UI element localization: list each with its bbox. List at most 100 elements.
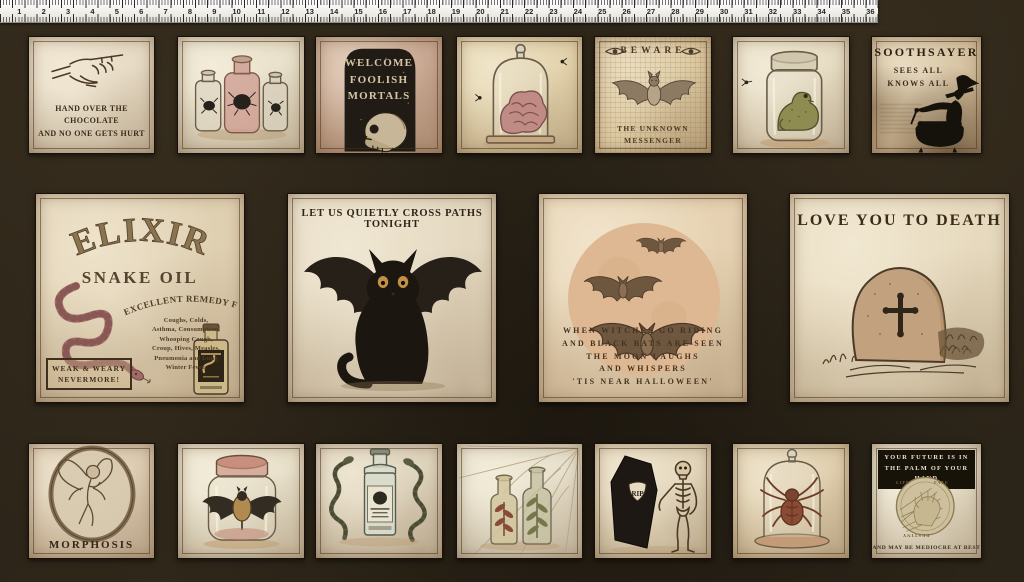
ruler-numbers-item: 33 [780,7,804,16]
ruler-numbers-item: 17 [390,7,414,16]
hand-caption-item: AND NO ONE GETS HURT [33,128,150,140]
ruler-numbers-item: 19 [439,7,463,16]
ruler-numbers-item: 13 [293,7,317,16]
poison-bottle-snakes-icon [316,444,443,559]
ruler-numbers-item: 10 [219,7,243,16]
svg-text:AN EXCELLENT REMEDY FOR: AN EXCELLENT REMEDY FOR [36,194,239,317]
ruler-numbers-item: 3 [49,7,73,16]
svg-text:ELIXIR: ELIXIR [66,211,215,263]
ruler-numbers-item: 36 [853,7,877,16]
ruler-numbers-item: 16 [366,7,390,16]
palm-label-destiny: DESTINY [902,533,929,538]
elixir-remedy-list-item: Coughs, Colds, [140,316,232,325]
elixir-remedy-list-item: Croup, Hives, Measles, [140,344,232,353]
panel-black-cat: LET US QUIETLY CROSS PATHS TONIGHT [287,193,497,403]
panel-frog-jar [732,36,850,154]
elixir-subtitle: SNAKE OIL [36,268,244,288]
panel-witches-riding: WHEN WITCHES GO RIDINGAND BLACK BATS ARE… [538,193,748,403]
elixir-remedy-list-item: Whooping Cough, [140,335,232,344]
elixir-remedy-list: Coughs, Colds,Asthma, Consumption,Whoopi… [140,316,232,373]
elixir-badge-item: NEVERMORE! [50,374,128,385]
panel-spider-cloche [732,443,850,559]
ruler-numbers-item: 15 [341,7,365,16]
beware-title: BEWARE [595,46,711,56]
ruler-numbers-item: 11 [244,7,268,16]
bats-caption-item: AND BLACK BATS ARE SEEN [539,338,747,351]
elixir-title: ELIXIR [66,211,215,263]
panel-beware-bat: BEWARE THE UNKNOWNMESSENGER [594,36,712,154]
ruler-numbers-item: 27 [634,7,658,16]
ruler-numbers-item: 12 [268,7,292,16]
ruler-numbers-item: 2 [24,7,48,16]
winged-cat-icon [288,194,497,403]
frog-in-jar-icon [735,39,849,153]
ruler-numbers-item: 6 [122,7,146,16]
panel-snakes-bottle [315,443,443,559]
ruler-numbers-item: 34 [804,7,828,16]
panel-welcome-foolish-mortals: WELCOMEFOOLISHMORTALS [315,36,443,154]
elixir-badge: WEAK & WEARYNEVERMORE! [46,358,132,391]
bats-caption: WHEN WITCHES GO RIDINGAND BLACK BATS ARE… [539,325,747,389]
ruler-numbers-item: 5 [98,7,122,16]
ruler-numbers-item: 4 [73,7,97,16]
panel-coffin-skeleton: RIP [594,443,712,559]
spider-under-glass-icon [733,444,850,559]
ruler-numbers: 1234567891011121314151617181920212223242… [0,0,878,22]
welcome-caption-item: FOOLISH [326,72,432,89]
elixir-remedy-list-item: Winter Fever. [140,363,232,372]
ruler-numbers-item: 21 [488,7,512,16]
palm-label-life: LIFE [896,480,910,485]
beware-caption-item: MESSENGER [599,135,707,147]
elixir-remedy-arc-text: AN EXCELLENT REMEDY FOR [36,194,239,317]
panel-bug-jars [177,36,305,154]
panel-hand-over-chocolate: HAND OVER THECHOCOLATEAND NO ONE GETS HU… [28,36,155,154]
ruler-numbers-item: 9 [195,7,219,16]
welcome-caption: WELCOMEFOOLISHMORTALS [326,55,432,105]
bats-caption-item: THE MOON LAUGHS [539,351,747,364]
ruler-numbers-item: 28 [658,7,682,16]
panel-elixir-snake-oil: ELIXIR AN EXCELLENT REMEDY FOR [35,193,245,403]
bats-caption-item: AND WHISPERS [539,363,747,376]
elixir-remedy-list-item: Pneumonia and Lung [140,354,232,363]
beware-caption: THE UNKNOWNMESSENGER [599,123,707,147]
ruler-numbers-item: 35 [829,7,853,16]
panel-love-you-to-death: LOVE YOU TO DEATH [789,193,1010,403]
insect-specimen-jars-icon [184,43,300,149]
ruler-numbers-item: 29 [683,7,707,16]
ruler-numbers-item: 24 [561,7,585,16]
inch-ruler: 1234567891011121314151617181920212223242… [0,0,878,23]
bats-caption-item: WHEN WITCHES GO RIDING [539,325,747,338]
ruler-numbers-item: 14 [317,7,341,16]
ruler-numbers-item: 31 [731,7,755,16]
palm-footer: AND MAY BE MEDIOCRE AT BEST [872,545,981,551]
ruler-numbers-item: 22 [512,7,536,16]
ruler-numbers-item: 8 [171,7,195,16]
rip-text: RIP [631,490,644,498]
panel-bat-jar [177,443,305,559]
skeleton-hand-icon [37,43,148,103]
palm-banner-text-item: YOUR FUTURE IS IN [878,453,975,464]
hand-caption-item: CHOCOLATE [33,115,150,127]
coffin-skeleton-icon: RIP [595,444,712,559]
morphosis-caption: MORPHOSIS [29,539,154,551]
ruler-numbers-item: 18 [414,7,438,16]
gravestone-icon [790,194,1010,403]
ruler-numbers-item: 25 [585,7,609,16]
brain-under-glass-icon [463,39,578,152]
hand-caption: HAND OVER THECHOCOLATEAND NO ONE GETS HU… [33,103,150,140]
panel-brain-cloche [456,36,583,154]
pressed-leaf-bottles-icon [457,444,583,559]
panel-morphosis: MORPHOSIS [28,443,155,559]
panel-palm-reading: YOUR FUTURE IS INTHE PALM OF YOUR HAND L… [871,443,982,559]
bat-icon [598,63,710,121]
welcome-caption-item: WELCOME [326,55,432,72]
ruler-numbers-item: 7 [146,7,170,16]
bats-caption-item: 'TIS NEAR HALLOWEEN' [539,376,747,389]
ruler-numbers-item: 32 [756,7,780,16]
ruler-numbers-item: 30 [707,7,731,16]
hand-caption-item: HAND OVER THE [33,103,150,115]
soothsayer-title: SOOTHSAYER [872,45,981,60]
fabric-panel-sheet: 1234567891011121314151617181920212223242… [0,0,1024,582]
panel-leaf-bottles [456,443,583,559]
welcome-caption-item: MORTALS [326,88,432,105]
